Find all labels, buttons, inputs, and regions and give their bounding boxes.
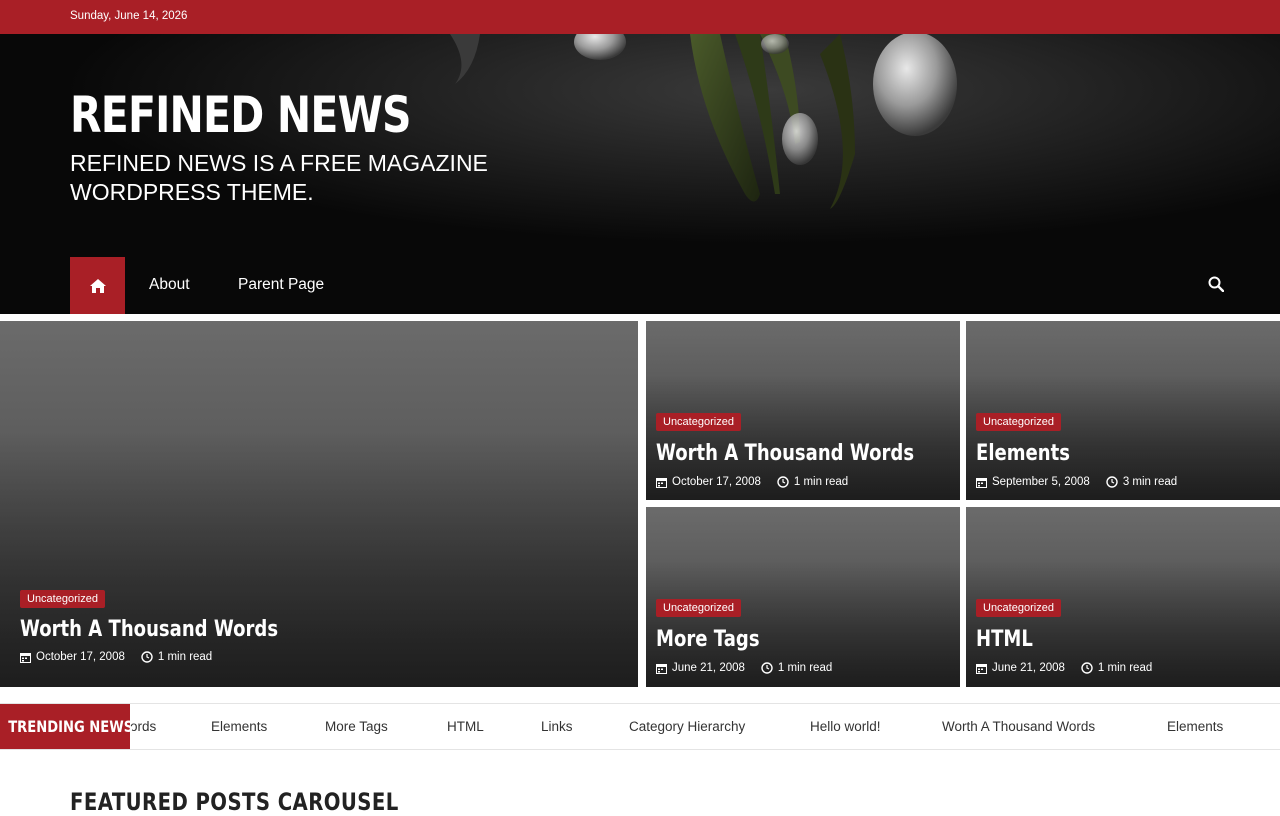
calendar-icon xyxy=(656,477,667,488)
home-icon xyxy=(89,278,106,293)
trending-item[interactable]: Elements xyxy=(1167,719,1223,734)
trending-item[interactable]: Elements xyxy=(211,719,267,734)
post-meta: October 17, 2008 1 min read xyxy=(656,476,848,488)
trending-item[interactable]: HTML xyxy=(447,719,484,734)
post-date[interactable]: October 17, 2008 xyxy=(672,476,761,488)
featured-grid-post[interactable]: Uncategorized Elements September 5, 2008… xyxy=(966,321,1280,500)
category-badge[interactable]: Uncategorized xyxy=(976,599,1061,617)
post-date[interactable]: June 21, 2008 xyxy=(672,662,745,674)
site-header: REFINED NEWS REFINED NEWS IS A FREE MAGA… xyxy=(0,34,1280,314)
read-time: 1 min read xyxy=(793,476,849,488)
featured-grid-post[interactable]: Uncategorized Worth A Thousand Words Oct… xyxy=(646,321,960,500)
nav-item-parent-page[interactable]: Parent Page xyxy=(238,276,324,294)
read-time: 3 min read xyxy=(1122,476,1178,488)
top-bar: Sunday, June 14, 2026 xyxy=(0,0,1280,34)
current-date: Sunday, June 14, 2026 xyxy=(70,10,188,22)
calendar-icon xyxy=(20,652,31,663)
featured-grid-post[interactable]: Uncategorized More Tags June 21, 2008 1 … xyxy=(646,507,960,687)
post-date[interactable]: October 17, 2008 xyxy=(36,651,125,663)
nav-item-about[interactable]: About xyxy=(149,276,190,294)
post-meta: September 5, 2008 3 min read xyxy=(976,476,1177,488)
search-button[interactable] xyxy=(1208,276,1228,296)
clock-icon xyxy=(1106,476,1118,488)
trending-item[interactable]: More Tags xyxy=(325,719,388,734)
featured-grid-post[interactable]: Uncategorized HTML June 21, 2008 1 min r… xyxy=(966,507,1280,687)
main-navigation: About Parent Page xyxy=(0,257,1280,314)
trending-item[interactable]: Worth A Thousand Words xyxy=(942,719,1095,734)
trending-item[interactable]: Hello world! xyxy=(810,719,881,734)
category-badge[interactable]: Uncategorized xyxy=(656,599,741,617)
post-title[interactable]: HTML xyxy=(976,627,1033,652)
post-title[interactable]: Worth A Thousand Words xyxy=(656,441,914,466)
clock-icon xyxy=(141,651,153,663)
category-badge[interactable]: Uncategorized xyxy=(976,413,1061,431)
clock-icon xyxy=(761,662,773,674)
search-icon xyxy=(1208,276,1225,293)
calendar-icon xyxy=(656,663,667,674)
post-meta: June 21, 2008 1 min read xyxy=(976,662,1152,674)
post-title[interactable]: Elements xyxy=(976,441,1070,466)
read-time: 1 min read xyxy=(157,651,213,663)
post-date[interactable]: September 5, 2008 xyxy=(992,476,1090,488)
clock-icon xyxy=(1081,662,1093,674)
trending-news-ticker: TRENDING NEWS ords Elements More Tags HT… xyxy=(0,703,1280,750)
category-badge[interactable]: Uncategorized xyxy=(20,590,105,608)
calendar-icon xyxy=(976,477,987,488)
featured-carousel-title: FEATURED POSTS CAROUSEL xyxy=(70,788,399,816)
post-meta: October 17, 2008 1 min read xyxy=(20,651,212,663)
calendar-icon xyxy=(976,663,987,674)
clock-icon xyxy=(777,476,789,488)
read-time: 1 min read xyxy=(777,662,833,674)
trending-item[interactable]: Links xyxy=(541,719,573,734)
header-spacer xyxy=(0,314,1280,321)
category-badge[interactable]: Uncategorized xyxy=(656,413,741,431)
trending-label: TRENDING NEWS xyxy=(0,704,133,749)
site-tagline: REFINED NEWS IS A FREE MAGAZINE WORDPRES… xyxy=(70,150,488,205)
post-meta: June 21, 2008 1 min read xyxy=(656,662,832,674)
read-time: 1 min read xyxy=(1097,662,1153,674)
site-title[interactable]: REFINED NEWS xyxy=(70,86,412,144)
post-date[interactable]: June 21, 2008 xyxy=(992,662,1065,674)
post-title[interactable]: Worth A Thousand Words xyxy=(20,617,278,642)
home-button[interactable] xyxy=(70,257,125,314)
featured-main-post[interactable]: Uncategorized Worth A Thousand Words Oct… xyxy=(0,321,638,687)
trending-item[interactable]: Category Hierarchy xyxy=(629,719,745,734)
trending-item[interactable]: ords xyxy=(130,719,156,734)
post-title[interactable]: More Tags xyxy=(656,627,760,652)
